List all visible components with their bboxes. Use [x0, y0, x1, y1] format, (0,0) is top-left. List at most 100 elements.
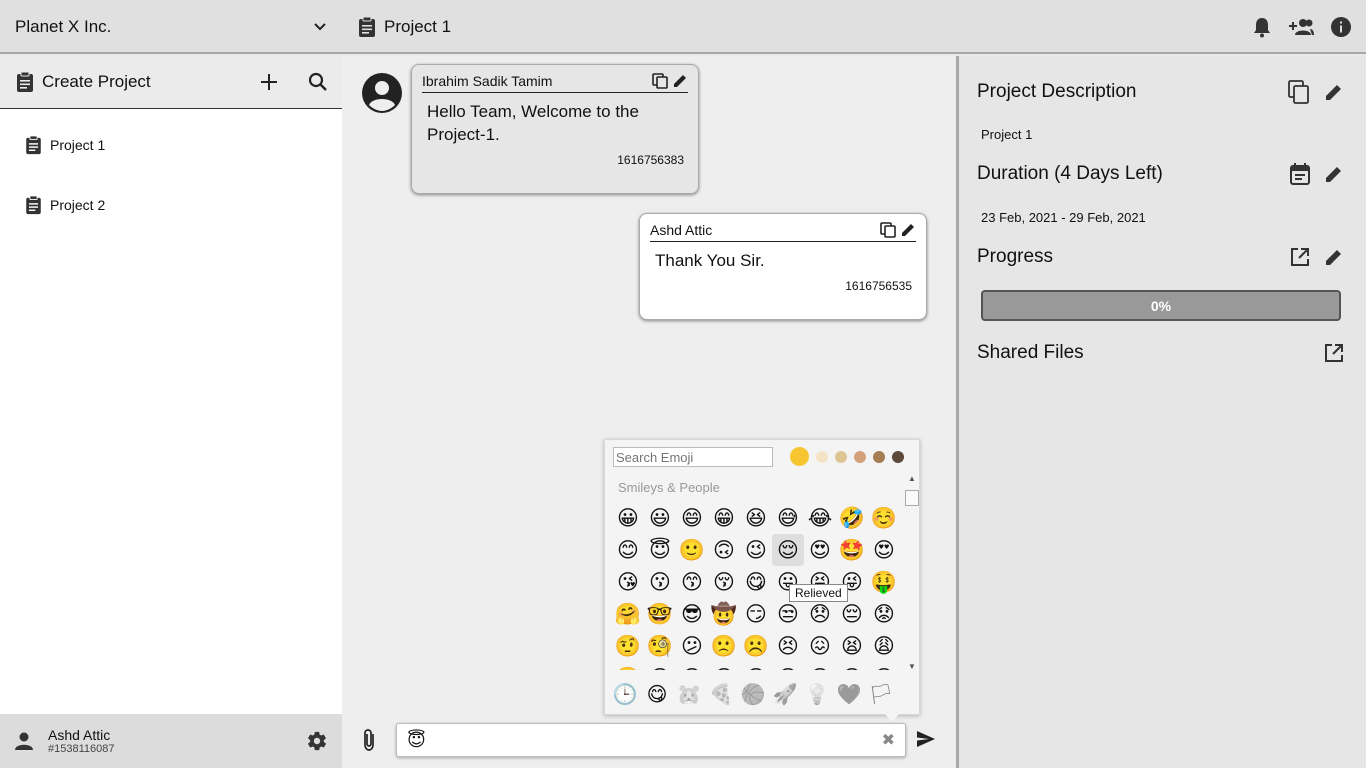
emoji-item[interactable]: 😇 — [644, 534, 676, 566]
emoji-item[interactable]: 😃 — [644, 502, 676, 534]
send-icon[interactable] — [916, 730, 936, 748]
emoji-item[interactable]: 😶 — [740, 662, 772, 671]
info-icon[interactable] — [1330, 16, 1352, 38]
skin-tone-swatch[interactable] — [854, 450, 866, 463]
scroll-down-arrow-icon[interactable]: ▼ — [908, 662, 916, 671]
add-people-icon[interactable] — [1288, 17, 1314, 37]
emoji-item[interactable]: 😊 — [612, 534, 644, 566]
open-external-icon[interactable] — [1290, 247, 1310, 267]
search-icon[interactable] — [308, 72, 328, 92]
open-external-icon[interactable] — [1324, 343, 1344, 363]
settings-gear-icon[interactable] — [306, 730, 328, 752]
emoji-item[interactable]: 🤩 — [836, 534, 868, 566]
emoji-item[interactable]: 😣 — [772, 630, 804, 662]
shared-files-title: Shared Files — [977, 342, 1084, 363]
emoji-item[interactable]: 🧐 — [644, 630, 676, 662]
emoji-category-tab[interactable]: 🏳 — [867, 678, 895, 710]
emoji-scrollbar[interactable]: ▲ ▼ — [904, 472, 919, 674]
emoji-item[interactable]: 🤑 — [868, 566, 900, 598]
emoji-item[interactable]: 😅 — [772, 502, 804, 534]
emoji-item[interactable]: 🤨 — [612, 630, 644, 662]
attachment-clip-icon[interactable] — [362, 728, 376, 752]
add-project-button[interactable] — [260, 73, 278, 91]
emoji-item[interactable]: 🤠 — [708, 598, 740, 630]
emoji-category-tab[interactable]: 💡 — [803, 678, 831, 710]
emoji-item[interactable]: 😟 — [868, 598, 900, 630]
edit-pencil-icon[interactable] — [1324, 164, 1344, 184]
emoji-item[interactable]: 😒 — [772, 598, 804, 630]
emoji-item[interactable]: 😞 — [804, 598, 836, 630]
emoji-category-tab[interactable]: 🚀 — [771, 678, 799, 710]
clear-x-icon[interactable]: ✖ — [882, 730, 895, 750]
emoji-item[interactable]: 🙃 — [708, 534, 740, 566]
emoji-item[interactable]: 😡 — [676, 662, 708, 671]
emoji-item[interactable]: 😉 — [740, 534, 772, 566]
emoji-item[interactable]: 😐 — [772, 662, 804, 671]
emoji-item[interactable]: 😤 — [612, 662, 644, 671]
emoji-item[interactable]: 😘 — [612, 566, 644, 598]
skin-tone-swatch[interactable] — [892, 450, 904, 463]
user-bar: Ashd Attic #1538116087 — [0, 714, 342, 768]
emoji-item[interactable]: 🤣 — [836, 502, 868, 534]
skin-tone-swatch[interactable] — [790, 447, 809, 466]
emoji-item[interactable]: 😔 — [836, 598, 868, 630]
emoji-item[interactable]: 😡 — [708, 662, 740, 671]
skin-tone-swatch[interactable] — [835, 450, 847, 463]
scroll-up-arrow-icon[interactable]: ▲ — [908, 474, 916, 483]
skin-tone-swatch[interactable] — [816, 450, 828, 463]
emoji-item[interactable]: 😌 — [772, 534, 804, 566]
emoji-item[interactable]: 🤓 — [644, 598, 676, 630]
emoji-item[interactable]: 😠 — [644, 662, 676, 671]
emoji-category-tab[interactable]: 🍕 — [707, 678, 735, 710]
copy-icon[interactable] — [1288, 80, 1310, 104]
emoji-item[interactable]: ☺️ — [868, 502, 900, 534]
emoji-item[interactable]: 😂 — [804, 502, 836, 534]
edit-pencil-icon[interactable] — [1324, 82, 1344, 102]
emoji-item[interactable]: 😍 — [868, 534, 900, 566]
emoji-item[interactable]: 😕 — [676, 630, 708, 662]
emoji-item[interactable]: 😍 — [804, 534, 836, 566]
bell-icon[interactable] — [1252, 16, 1272, 38]
emoji-item[interactable]: 🙂 — [676, 534, 708, 566]
sidebar-item-project-2[interactable]: Project 2 — [0, 175, 342, 235]
message-input-value[interactable]: 😇 — [407, 730, 882, 751]
emoji-item[interactable]: 😗 — [644, 566, 676, 598]
emoji-item[interactable]: 🙁 — [708, 630, 740, 662]
emoji-category-tab[interactable]: 🐹 — [675, 678, 703, 710]
emoji-category-tab[interactable]: 🖤 — [835, 678, 863, 710]
emoji-item[interactable]: 😋 — [740, 566, 772, 598]
edit-pencil-icon[interactable] — [1324, 247, 1344, 267]
chevron-down-icon[interactable] — [313, 22, 327, 32]
message-input[interactable]: 😇 ✖ — [396, 723, 906, 757]
emoji-item[interactable]: 🤗 — [612, 598, 644, 630]
emoji-search-input[interactable] — [613, 447, 773, 467]
emoji-item[interactable]: 😄 — [676, 502, 708, 534]
copy-icon[interactable] — [880, 222, 896, 238]
emoji-category-tab[interactable]: 🕒 — [611, 678, 639, 710]
emoji-category-tab[interactable]: 😋 — [643, 678, 671, 710]
emoji-item[interactable]: 😎 — [676, 598, 708, 630]
sidebar-item-project-1[interactable]: Project 1 — [0, 115, 342, 175]
emoji-item[interactable]: 😏 — [740, 598, 772, 630]
emoji-item[interactable]: 😖 — [804, 630, 836, 662]
emoji-item[interactable]: 😙 — [676, 566, 708, 598]
create-project-label[interactable]: Create Project — [42, 72, 151, 92]
calendar-icon[interactable] — [1290, 163, 1310, 185]
emoji-item[interactable]: 😆 — [740, 502, 772, 534]
emoji-category-tab[interactable]: 🏀 — [739, 678, 767, 710]
org-selector[interactable]: Planet X Inc. — [0, 0, 342, 54]
emoji-item[interactable]: 😫 — [836, 630, 868, 662]
emoji-item[interactable]: 😦 — [868, 662, 900, 671]
skin-tone-swatch[interactable] — [873, 450, 885, 463]
emoji-item[interactable]: 😁 — [708, 502, 740, 534]
emoji-item[interactable]: 😚 — [708, 566, 740, 598]
emoji-item[interactable]: 😀 — [612, 502, 644, 534]
emoji-item[interactable]: 😩 — [868, 630, 900, 662]
edit-pencil-icon[interactable] — [672, 73, 688, 89]
copy-icon[interactable] — [652, 73, 668, 89]
edit-pencil-icon[interactable] — [900, 222, 916, 238]
emoji-item[interactable]: 😑 — [804, 662, 836, 671]
emoji-item[interactable]: ☹️ — [740, 630, 772, 662]
emoji-item[interactable]: 😯 — [836, 662, 868, 671]
scroll-thumb[interactable] — [905, 490, 919, 506]
